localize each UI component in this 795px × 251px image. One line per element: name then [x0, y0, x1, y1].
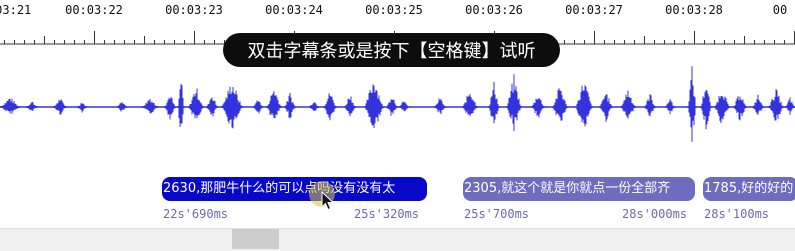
segment-end-time: 28s'000ms	[622, 207, 688, 221]
subtitle-segment-2305[interactable]: 2305,就这个就是你就点一份全部齐	[463, 177, 695, 201]
tick-label-1: 00:03:22	[65, 3, 123, 17]
subtitle-segment-2630[interactable]: 2630,那肥牛什么的可以点吗没有没有太	[162, 177, 427, 201]
segment-start-time: 25s'700ms	[464, 207, 530, 221]
tick-label-6: 00:03:27	[565, 3, 623, 17]
tick-label-0: 0:03:21	[0, 3, 32, 17]
tick-label-8: 00	[772, 3, 788, 17]
segment-start-time: 22s'690ms	[163, 207, 229, 221]
tick-label-5: 00:03:26	[465, 3, 523, 17]
scrollbar-thumb[interactable]	[232, 229, 279, 249]
playback-hint-tooltip: 双击字幕条或是按下【空格键】试听	[223, 33, 560, 67]
segment-start-time: 28s'100ms	[704, 207, 770, 221]
tick-label-4: 00:03:25	[365, 3, 423, 17]
mouse-pointer-icon	[321, 191, 335, 211]
horizontal-scrollbar[interactable]	[0, 228, 795, 251]
tick-label-7: 00:03:28	[665, 3, 723, 17]
segment-end-time: 25s'320ms	[354, 207, 420, 221]
tick-label-3: 00:03:24	[265, 3, 323, 17]
subtitle-segment-1785[interactable]: 1785,好的好的	[703, 177, 795, 201]
tick-label-2: 00:03:23	[165, 3, 223, 17]
